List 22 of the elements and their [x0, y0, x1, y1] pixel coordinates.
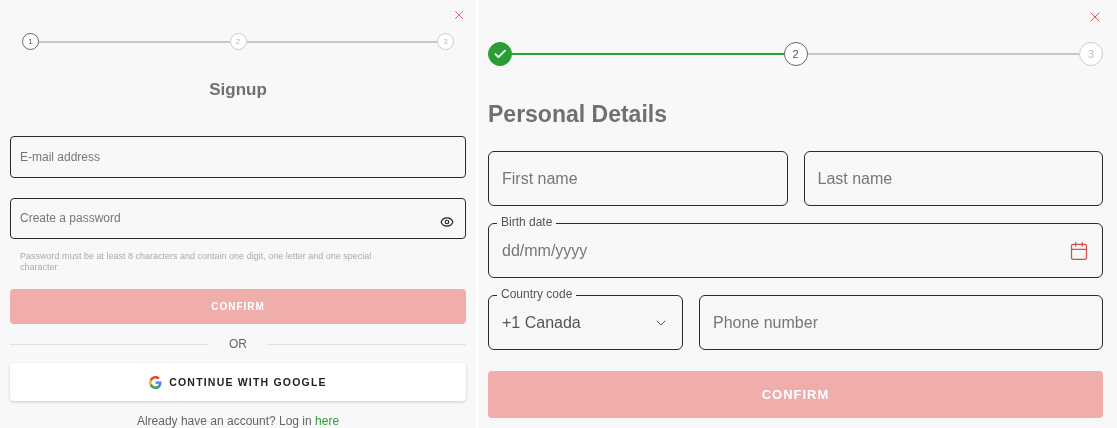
personal-details-title: Personal Details — [488, 101, 668, 127]
calendar-icon[interactable] — [1069, 240, 1089, 261]
password-hint: Password must be at least 8 characters and contain one digit, one letter and one special character — [20, 251, 373, 273]
password-field[interactable]: Create a password — [10, 197, 466, 239]
login-prompt: Already have an account? Log in here — [135, 414, 341, 428]
or-label: OR — [229, 337, 247, 351]
step-indicator: 3 — [1079, 42, 1103, 66]
signup-title: Signup — [209, 80, 267, 100]
step-indicator: 1 — [22, 33, 39, 50]
google-icon — [149, 375, 163, 389]
field-label: Country code — [497, 287, 577, 301]
field-label: Birth date — [497, 215, 557, 229]
close-button[interactable] — [452, 8, 466, 22]
step-indicator: 2 — [783, 42, 808, 66]
text-field[interactable]: Phone number — [699, 295, 1103, 350]
step-indicator: 2 — [229, 33, 247, 50]
eye-icon[interactable] — [440, 215, 454, 230]
google-button[interactable]: CONTINUE WITH GOOGLE — [10, 363, 466, 401]
text-field[interactable]: E-mail address — [10, 136, 466, 178]
text-field[interactable]: First name — [488, 151, 788, 206]
text-field[interactable]: Last name — [803, 151, 1103, 206]
login-link[interactable]: here — [315, 414, 340, 428]
